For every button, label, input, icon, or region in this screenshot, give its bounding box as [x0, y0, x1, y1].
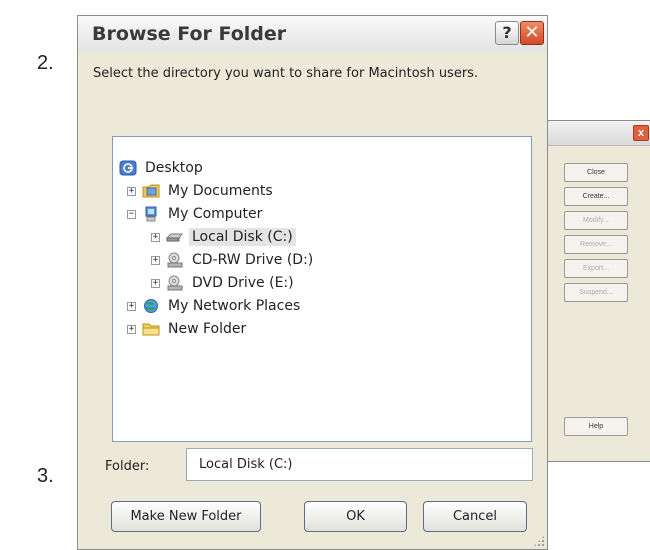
step-number-3: 3.	[37, 465, 54, 487]
browse-for-folder-dialog: Browse For Folder ? ✕ Select the directo…	[77, 15, 548, 550]
background-close-text-button[interactable]: Close	[564, 163, 628, 182]
tree-item-label: My Computer	[168, 206, 263, 222]
tree-item-label: DVD Drive (E:)	[192, 275, 294, 291]
tree-item-cd-rw-drive-d[interactable]: + CD-RW Drive (D:)	[151, 249, 316, 271]
tree-item-label: My Network Places	[168, 298, 301, 314]
tree-item-label: CD-RW Drive (D:)	[192, 252, 314, 268]
computer-icon	[145, 206, 157, 222]
background-modify-button[interactable]: Modify...	[564, 211, 628, 230]
resize-grip-icon[interactable]	[533, 535, 545, 547]
expand-icon[interactable]: +	[151, 255, 160, 265]
folder-icon	[142, 323, 160, 336]
background-close-button[interactable]: x	[633, 125, 649, 141]
instruction-text: Select the directory you want to share f…	[93, 66, 479, 81]
background-help-button[interactable]: Help	[564, 417, 628, 436]
cancel-button[interactable]: Cancel	[423, 501, 527, 532]
background-create-button[interactable]: Create...	[564, 187, 628, 206]
folder-tree[interactable]: Desktop + My Documents − My Computer + L…	[112, 136, 532, 442]
tree-item-my-documents[interactable]: + My Documents	[127, 180, 276, 202]
expand-icon[interactable]: +	[151, 278, 160, 288]
expand-icon[interactable]: +	[127, 186, 136, 196]
expand-icon[interactable]: +	[127, 324, 136, 334]
tree-item-local-disk-c[interactable]: + Local Disk (C:)	[151, 226, 296, 248]
network-places-icon	[144, 299, 158, 313]
help-button[interactable]: ?	[495, 21, 519, 45]
step-number-2: 2.	[37, 52, 54, 74]
dvd-drive-icon	[167, 275, 183, 291]
tree-item-dvd-drive-e[interactable]: + DVD Drive (E:)	[151, 272, 297, 294]
tree-item-label: My Documents	[168, 183, 273, 199]
tree-item-new-folder[interactable]: + New Folder	[127, 318, 249, 340]
hard-disk-icon	[166, 233, 183, 242]
close-button[interactable]: ✕	[520, 21, 544, 45]
expand-icon[interactable]: +	[127, 301, 136, 311]
tree-item-label: Desktop	[145, 160, 203, 176]
folder-input[interactable]	[186, 448, 533, 481]
cd-drive-icon	[167, 252, 183, 268]
dialog-title: Browse For Folder	[92, 23, 287, 45]
tree-item-my-computer[interactable]: − My Computer	[127, 203, 265, 225]
background-suspend-button[interactable]: Suspend...	[564, 283, 628, 302]
expand-icon[interactable]: +	[151, 232, 160, 242]
ok-button[interactable]: OK	[304, 501, 407, 532]
title-bar: Browse For Folder ? ✕	[78, 16, 547, 52]
desktop-icon	[119, 160, 137, 176]
tree-item-my-network-places[interactable]: + My Network Places	[127, 295, 303, 317]
folder-label: Folder:	[105, 459, 150, 474]
background-export-button[interactable]: Export...	[564, 259, 628, 278]
tree-item-label: New Folder	[168, 321, 247, 337]
background-remove-button[interactable]: Remove...	[564, 235, 628, 254]
tree-item-desktop[interactable]: Desktop	[119, 157, 206, 179]
collapse-icon[interactable]: −	[127, 209, 136, 219]
make-new-folder-button[interactable]: Make New Folder	[111, 501, 261, 532]
tree-item-label: Local Disk (C:)	[189, 228, 296, 246]
my-documents-icon	[142, 184, 160, 198]
